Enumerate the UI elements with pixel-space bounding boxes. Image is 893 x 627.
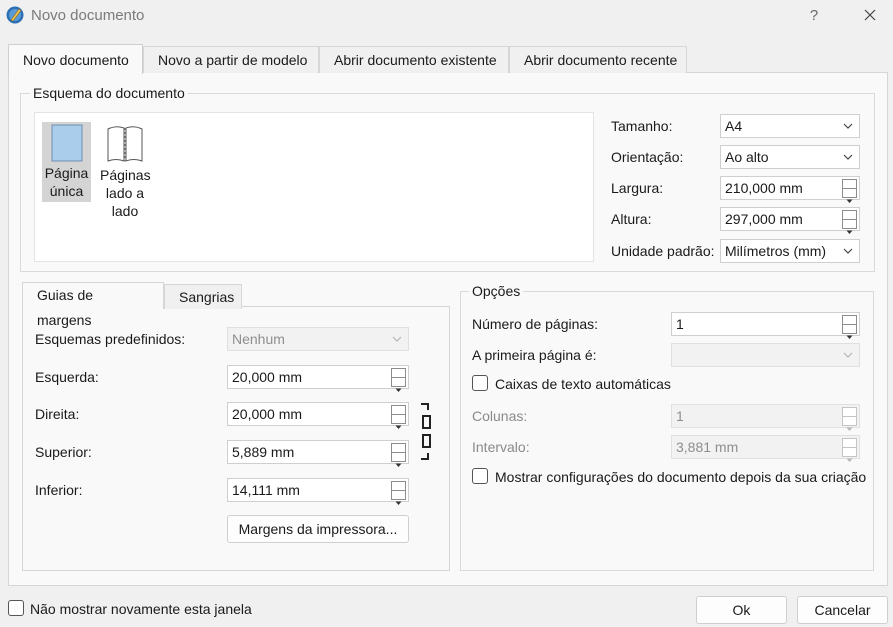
unit-combo-value: Milímetros (mm) <box>725 243 827 259</box>
bottom-margin-label: Inferior: <box>35 482 83 498</box>
pages-count-value: 1 <box>676 316 684 332</box>
facing-pages-icon <box>105 123 145 163</box>
tab-guias-de-margens[interactable]: Guias de margens <box>22 282 164 328</box>
left-margin-value: 20,000 mm <box>232 369 303 385</box>
unit-label: Unidade padrão: <box>611 243 715 259</box>
preset-combo[interactable]: Nenhum <box>227 327 409 351</box>
tab-abrir-documento-existente[interactable]: Abrir documento existente <box>319 46 509 73</box>
tab-abrir-documento-recente[interactable]: Abrir documento recente <box>509 46 687 73</box>
bottom-margin-value: 14,111 mm <box>232 482 300 498</box>
tab-novo-a-partir-de-modelo[interactable]: Novo a partir de modelo <box>143 46 319 73</box>
layout-facing-pages[interactable]: Páginas lado a lado <box>98 122 152 220</box>
options-group-title: Opções <box>469 283 524 299</box>
spin-down-button[interactable] <box>842 219 857 234</box>
height-value: 297,000 mm <box>725 211 803 227</box>
bottom-margin-spinbox[interactable]: 14,111 mm <box>227 478 409 505</box>
dont-show-again-checkbox[interactable] <box>8 600 24 616</box>
spin-down-button[interactable] <box>842 416 857 431</box>
columns-value: 1 <box>676 408 684 424</box>
spin-down-icon <box>395 425 402 429</box>
first-page-combo[interactable] <box>671 343 860 367</box>
layout-group-title: Esquema do documento <box>30 85 188 101</box>
spin-down-icon <box>846 230 853 234</box>
orientation-label: Orientação: <box>611 149 684 165</box>
spin-down-button[interactable] <box>391 452 406 467</box>
size-combo-value: A4 <box>725 118 743 134</box>
auto-text-frames-label: Caixas de texto automáticas <box>495 376 671 392</box>
chevron-down-icon <box>392 336 402 342</box>
height-spinbox[interactable]: 297,000 mm <box>720 207 860 234</box>
single-page-icon <box>51 124 83 162</box>
first-page-label: A primeira página é: <box>472 347 597 363</box>
top-margin-value: 5,889 mm <box>232 444 295 460</box>
width-value: 210,000 mm <box>725 180 803 196</box>
help-button[interactable]: ? <box>803 5 825 27</box>
preset-combo-value: Nenhum <box>232 331 285 347</box>
spin-down-button[interactable] <box>391 490 406 505</box>
left-margin-spinbox[interactable]: 20,000 mm <box>227 365 409 392</box>
spin-down-icon <box>395 501 402 505</box>
show-settings-label: Mostrar configurações do documento depoi… <box>495 469 867 485</box>
tab-novo-documento[interactable]: Novo documento <box>8 44 143 74</box>
spin-down-button[interactable] <box>842 188 857 203</box>
spin-down-button[interactable] <box>842 447 857 462</box>
spin-down-icon <box>846 427 853 431</box>
spin-down-button[interactable] <box>842 324 857 339</box>
height-label: Altura: <box>611 211 652 227</box>
orientation-combo-value: Ao alto <box>725 149 769 165</box>
ok-button[interactable]: Ok <box>696 596 787 624</box>
chevron-down-icon <box>843 352 853 358</box>
columns-spinbox[interactable]: 1 <box>671 404 860 431</box>
close-button[interactable] <box>857 4 883 28</box>
top-margin-label: Superior: <box>35 444 92 460</box>
right-margin-label: Direita: <box>35 406 80 422</box>
size-combo[interactable]: A4 <box>720 114 860 138</box>
chevron-down-icon <box>843 248 853 254</box>
gap-value: 3,881 mm <box>676 439 739 455</box>
show-settings-checkbox[interactable] <box>472 468 488 484</box>
close-icon <box>864 9 876 21</box>
orientation-combo[interactable]: Ao alto <box>720 145 860 169</box>
top-margin-spinbox[interactable]: 5,889 mm <box>227 440 409 467</box>
spin-down-button[interactable] <box>391 414 406 429</box>
unit-combo[interactable]: Milímetros (mm) <box>720 239 860 263</box>
right-margin-spinbox[interactable]: 20,000 mm <box>227 402 409 429</box>
layout-facing-pages-label: Páginas lado a lado <box>100 167 151 219</box>
spin-down-icon <box>846 335 853 339</box>
pages-count-label: Número de páginas: <box>472 316 599 332</box>
width-label: Largura: <box>611 180 664 196</box>
left-margin-label: Esquerda: <box>35 369 99 385</box>
window-title: Novo documento <box>31 7 145 24</box>
chevron-down-icon <box>843 154 853 160</box>
preset-label: Esquemas predefinidos: <box>35 331 186 347</box>
printer-margins-button[interactable]: Margens da impressora... <box>227 515 409 543</box>
dont-show-again-label: Não mostrar novamente esta janela <box>30 601 252 617</box>
auto-text-frames-checkbox[interactable] <box>472 375 488 391</box>
width-spinbox[interactable]: 210,000 mm <box>720 176 860 203</box>
layout-single-page-label: Página única <box>44 165 89 199</box>
layout-single-page[interactable]: Página única <box>42 122 91 202</box>
spin-down-icon <box>395 463 402 467</box>
scribus-icon <box>6 6 24 24</box>
spin-down-button[interactable] <box>391 377 406 392</box>
size-label: Tamanho: <box>611 118 673 134</box>
pages-count-spinbox[interactable]: 1 <box>671 312 860 339</box>
cancel-button[interactable]: Cancelar <box>797 596 888 624</box>
columns-label: Colunas: <box>472 408 528 424</box>
chevron-down-icon <box>843 123 853 129</box>
spin-down-icon <box>846 199 853 203</box>
spin-down-icon <box>395 388 402 392</box>
right-margin-value: 20,000 mm <box>232 406 303 422</box>
tab-sangrias[interactable]: Sangrias <box>164 284 242 309</box>
gap-spinbox[interactable]: 3,881 mm <box>671 435 860 462</box>
chain-link-icon[interactable] <box>418 402 434 462</box>
spin-down-icon <box>846 458 853 462</box>
gap-label: Intervalo: <box>472 439 530 455</box>
